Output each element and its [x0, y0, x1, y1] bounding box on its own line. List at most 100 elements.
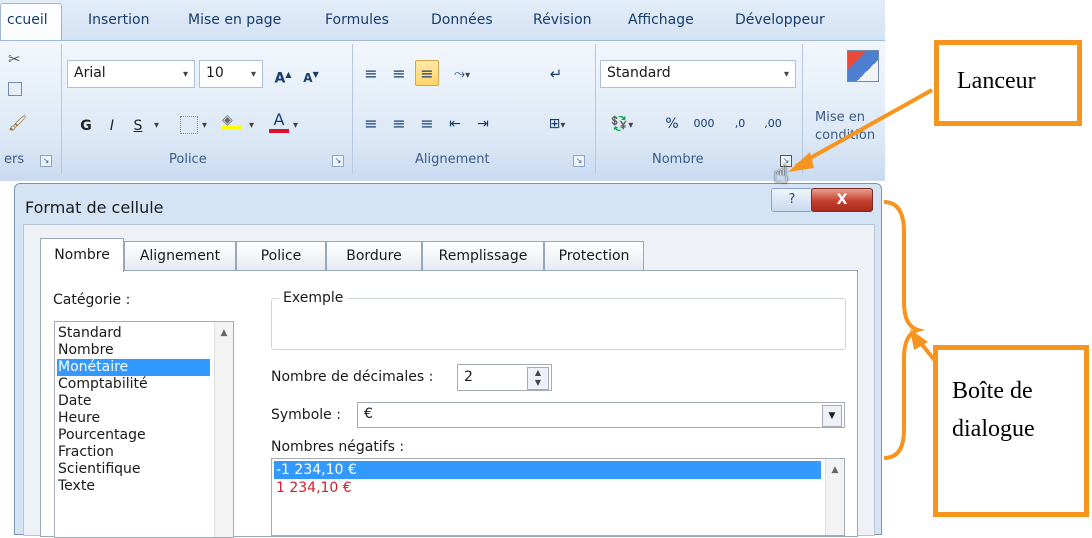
- font-name-value: Arial: [74, 65, 106, 81]
- borders-dropdown-icon[interactable]: ▾: [202, 120, 207, 131]
- tab-remplissage[interactable]: Remplissage: [422, 241, 544, 270]
- copy-icon[interactable]: [8, 82, 22, 96]
- list-item[interactable]: Heure: [57, 410, 210, 427]
- dialog-brace: [883, 200, 938, 460]
- tab-donnees[interactable]: Données: [431, 12, 493, 28]
- tab-insertion[interactable]: Insertion: [88, 12, 149, 28]
- dialog-body: Nombre Alignement Police Bordure Remplis…: [23, 224, 875, 538]
- scroll-up-icon[interactable]: ▲: [826, 465, 844, 475]
- decimals-stepper[interactable]: 2 ▲ ▼: [457, 364, 552, 391]
- number-format-value: Standard: [607, 65, 671, 81]
- dialog-title: Format de cellule: [25, 198, 164, 217]
- negative-numbers-list[interactable]: -1 234,10 € 1 234,10 € ▲: [271, 458, 845, 536]
- font-color-button[interactable]: A: [269, 110, 289, 133]
- tab-developpeur[interactable]: Développeur: [735, 12, 825, 28]
- chevron-down-icon[interactable]: ▼: [822, 405, 842, 427]
- conditional-format-icon[interactable]: [847, 50, 879, 82]
- bold-button[interactable]: G: [74, 112, 98, 138]
- align-middle-icon[interactable]: ≡: [387, 60, 411, 86]
- chevron-down-icon: ▾: [182, 69, 188, 80]
- borders-icon[interactable]: [180, 116, 198, 134]
- align-right-icon[interactable]: ≡: [415, 110, 439, 136]
- increase-decimal-button[interactable]: ,0: [726, 110, 754, 136]
- font-color-label: A: [273, 110, 285, 129]
- category-list[interactable]: Standard Nombre Monétaire Comptabilité D…: [54, 321, 234, 538]
- alignment-launcher-icon[interactable]: ↘: [573, 155, 585, 167]
- format-cells-dialog: Format de cellule ? X Nombre Alignement …: [14, 183, 882, 538]
- tab-mise-en-page[interactable]: Mise en page: [188, 12, 281, 28]
- align-bottom-icon[interactable]: ≡: [415, 60, 439, 86]
- number-format-select[interactable]: Standard ▾: [600, 60, 796, 88]
- merge-cells-icon[interactable]: ⊞▾: [539, 110, 575, 136]
- list-item[interactable]: Date: [57, 393, 210, 410]
- tab-formules[interactable]: Formules: [325, 12, 389, 28]
- list-item[interactable]: Scientifique: [57, 461, 210, 478]
- list-item-selected[interactable]: Monétaire: [57, 359, 210, 376]
- spin-arrows-icon[interactable]: ▲ ▼: [527, 367, 549, 390]
- list-item[interactable]: Texte: [57, 478, 210, 495]
- list-item[interactable]: Comptabilité: [57, 376, 210, 393]
- increase-indent-icon[interactable]: ⇥: [471, 110, 495, 136]
- font-group: Arial ▾ 10 ▾ A▲ A▼ G I S ▾ ▾ ◈ ▾ A ▾ Pol…: [62, 44, 353, 174]
- shrink-font-label: A: [303, 71, 313, 85]
- font-color-dropdown-icon[interactable]: ▾: [293, 120, 298, 131]
- negative-scrollbar[interactable]: ▲: [825, 459, 844, 535]
- symbol-value: €: [364, 406, 373, 422]
- font-size-value: 10: [206, 65, 224, 81]
- callout-dialog-text-1: Boîte de: [952, 378, 1033, 404]
- tab-affichage[interactable]: Affichage: [628, 12, 694, 28]
- decimals-label: Nombre de décimales :: [271, 369, 434, 385]
- thousands-button[interactable]: 000: [690, 110, 718, 136]
- tab-panel-nombre: Catégorie : Standard Nombre Monétaire Co…: [40, 270, 858, 538]
- underline-button[interactable]: S: [126, 112, 150, 138]
- underline-dropdown-icon[interactable]: ▾: [154, 120, 159, 131]
- list-item[interactable]: Pourcentage: [57, 427, 210, 444]
- tab-protection[interactable]: Protection: [544, 241, 644, 270]
- list-item-selected[interactable]: -1 234,10 €: [274, 461, 821, 479]
- fill-color-icon[interactable]: ◈: [222, 112, 242, 134]
- tab-revision[interactable]: Révision: [533, 12, 592, 28]
- italic-button[interactable]: I: [100, 112, 124, 138]
- list-item[interactable]: Standard: [57, 325, 210, 342]
- list-item[interactable]: Nombre: [57, 342, 210, 359]
- symbol-select[interactable]: € ▼: [357, 402, 845, 428]
- tab-nombre[interactable]: Nombre: [40, 238, 124, 272]
- shrink-font-button[interactable]: A▼: [298, 61, 324, 87]
- symbol-label: Symbole :: [271, 407, 341, 423]
- font-launcher-icon[interactable]: ↘: [332, 155, 344, 167]
- grow-font-button[interactable]: A▲: [270, 61, 296, 87]
- font-name-select[interactable]: Arial ▾: [67, 60, 195, 88]
- orientation-icon[interactable]: ⤳▾: [443, 60, 481, 86]
- align-top-icon[interactable]: ≡: [359, 60, 383, 86]
- font-size-select[interactable]: 10 ▾: [199, 60, 263, 88]
- format-painter-icon[interactable]: 🖌: [8, 114, 27, 132]
- tab-police[interactable]: Police: [236, 241, 326, 270]
- tab-alignement[interactable]: Alignement: [124, 241, 236, 270]
- callout-dialog-box: Boîte de dialogue: [933, 345, 1089, 517]
- clipboard-group: ✂ 🖌 ers ↘: [0, 44, 62, 174]
- chevron-down-icon: ▾: [783, 69, 789, 80]
- help-button[interactable]: ?: [771, 188, 813, 212]
- font-group-label: Police: [169, 152, 207, 167]
- fill-dropdown-icon[interactable]: ▾: [249, 120, 254, 131]
- list-item[interactable]: 1 234,10 €: [274, 479, 352, 497]
- negative-numbers-label: Nombres négatifs :: [271, 439, 405, 455]
- callout-dialog-line-1: Boîte de: [952, 372, 1072, 410]
- list-item[interactable]: Fraction: [57, 444, 210, 461]
- align-center-icon[interactable]: ≡: [387, 110, 411, 136]
- currency-icon[interactable]: 💱▾: [602, 110, 642, 136]
- scroll-up-icon[interactable]: ▲: [215, 328, 233, 338]
- align-left-icon[interactable]: ≡: [359, 110, 383, 136]
- percent-button[interactable]: %: [662, 110, 682, 136]
- decrease-indent-icon[interactable]: ⇤: [443, 110, 467, 136]
- wrap-text-icon[interactable]: ↵: [543, 60, 569, 86]
- tab-bordure[interactable]: Bordure: [326, 241, 422, 270]
- tab-accueil[interactable]: ccueil: [0, 3, 62, 40]
- number-group-label: Nombre: [652, 152, 704, 167]
- number-group: Standard ▾ 💱▾ % 000 ,0 ,00 Nombre ↘: [596, 44, 803, 174]
- category-scrollbar[interactable]: ▲: [214, 322, 233, 537]
- clipboard-launcher-icon[interactable]: ↘: [40, 155, 52, 167]
- cut-icon[interactable]: ✂: [8, 50, 21, 68]
- example-label: Exemple: [279, 290, 348, 306]
- close-button[interactable]: X: [811, 188, 873, 212]
